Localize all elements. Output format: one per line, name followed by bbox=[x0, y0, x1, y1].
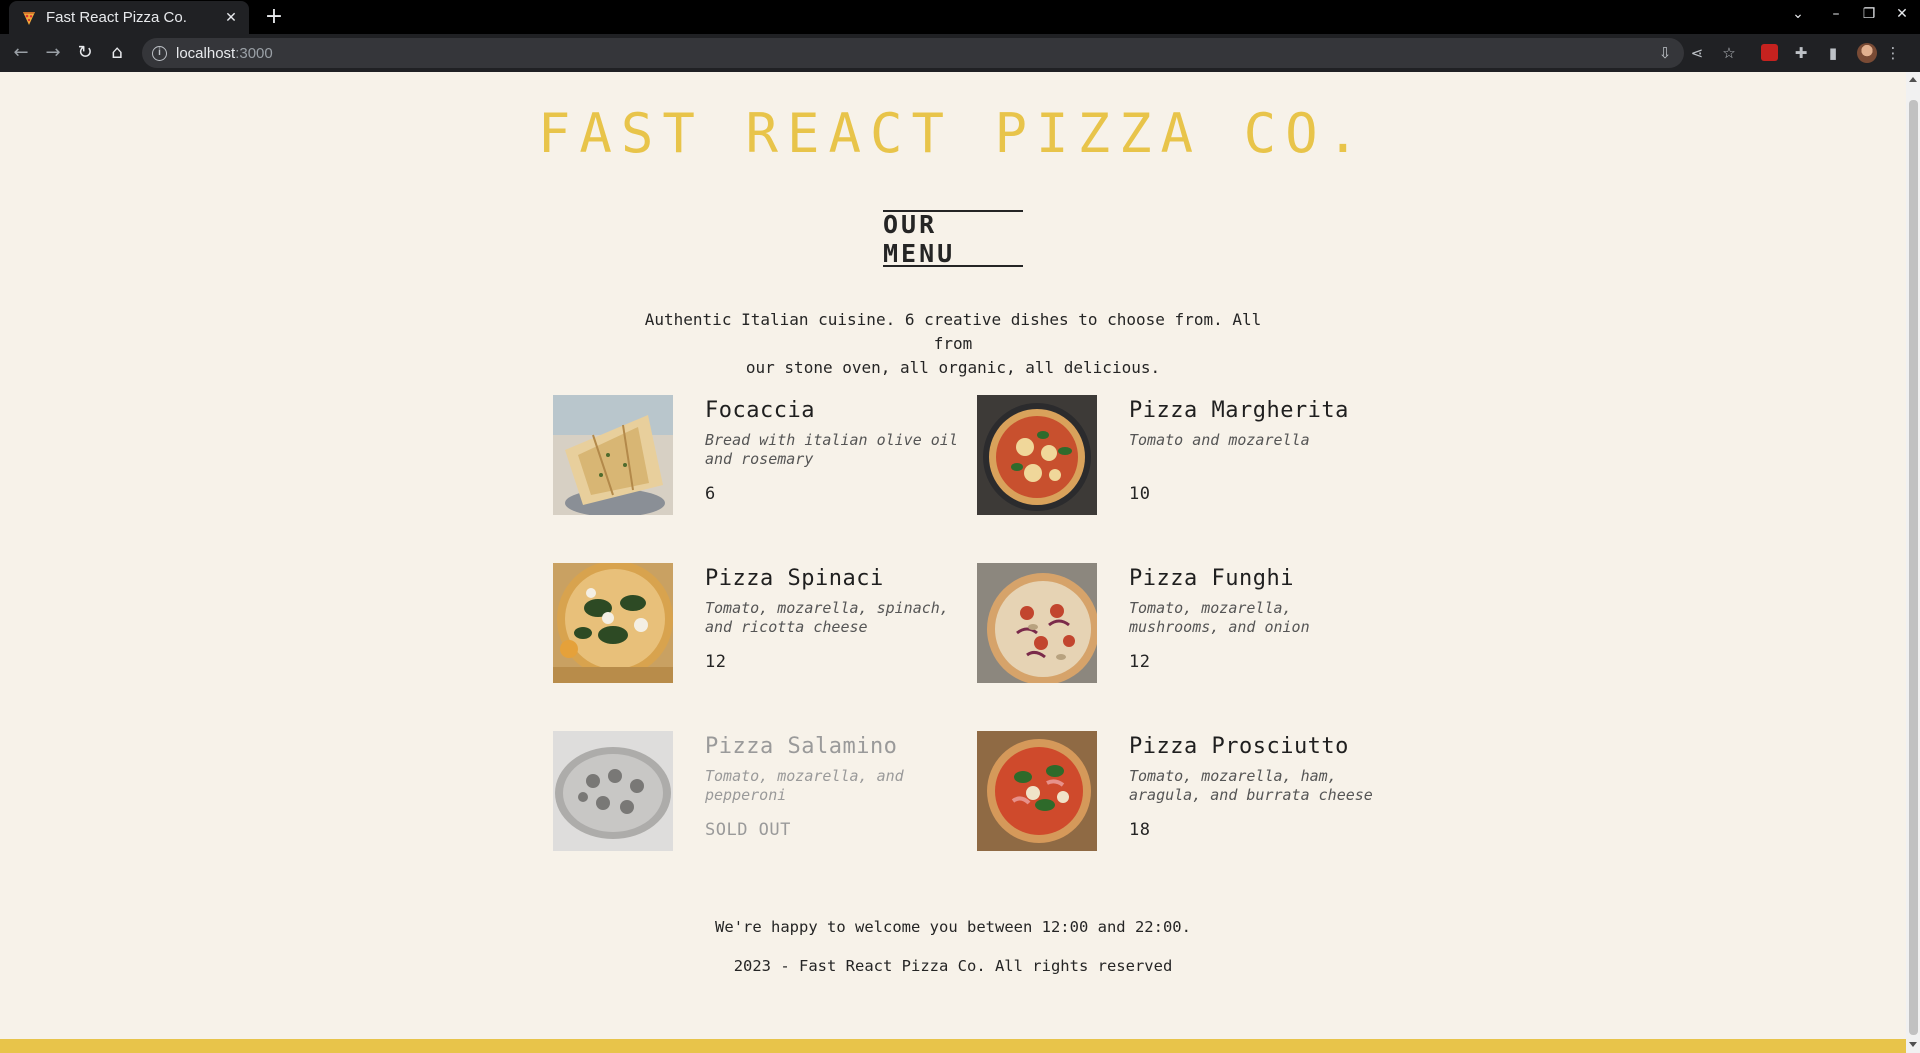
menu-item-sold-out: Pizza Salamino Tomato, mozarella, and pe… bbox=[553, 731, 963, 853]
scroll-up-arrow-icon[interactable] bbox=[1909, 77, 1917, 82]
item-ingredients: Tomato, mozarella, and pepperoni bbox=[705, 767, 904, 804]
item-name: Focaccia bbox=[705, 398, 815, 423]
share-icon[interactable]: ⋖ bbox=[1686, 42, 1708, 64]
menu-item: Focaccia Bread with italian olive oil an… bbox=[553, 395, 963, 517]
item-ingredients: Bread with italian olive oil and rosemar… bbox=[705, 431, 958, 468]
install-app-icon[interactable]: ⇩ bbox=[1654, 42, 1676, 64]
new-tab-button[interactable]: + bbox=[260, 4, 288, 32]
item-ingredients: Tomato, mozarella, spinach, and ricotta … bbox=[705, 599, 949, 636]
menu-item: Pizza Funghi Tomato, mozarella, mushroom… bbox=[977, 563, 1387, 685]
menu-heading-text: OUR MENU bbox=[883, 209, 956, 268]
menu-item: Pizza Spinaci Tomato, mozarella, spinach… bbox=[553, 563, 963, 685]
bottom-accent-bar bbox=[0, 1039, 1906, 1053]
item-price: 18 bbox=[1129, 820, 1151, 840]
item-name: Pizza Spinaci bbox=[705, 566, 884, 591]
close-window-icon[interactable]: ✕ bbox=[1890, 6, 1914, 22]
menu-heading: OUR MENU bbox=[883, 209, 1023, 268]
minimize-icon[interactable]: – bbox=[1824, 6, 1848, 22]
chrome-menu-icon[interactable]: ⋮ bbox=[1882, 42, 1904, 64]
sold-out-label: SOLD OUT bbox=[705, 820, 791, 840]
item-name: Pizza Margherita bbox=[1129, 398, 1349, 423]
restore-icon[interactable]: ❐ bbox=[1857, 6, 1881, 22]
tab-title: Fast React Pizza Co. bbox=[46, 9, 187, 26]
reload-icon[interactable]: ↻ bbox=[72, 41, 98, 65]
scroll-down-arrow-icon[interactable] bbox=[1909, 1042, 1917, 1047]
item-name: Pizza Salamino bbox=[705, 734, 898, 759]
url-host: localhost bbox=[176, 44, 236, 62]
pizza-salamino-photo bbox=[553, 731, 673, 851]
menu-intro: Authentic Italian cuisine. 6 creative di… bbox=[622, 308, 1284, 380]
tab-close-icon[interactable]: ✕ bbox=[223, 10, 239, 26]
item-name: Pizza Funghi bbox=[1129, 566, 1294, 591]
item-ingredients: Tomato and mozarella bbox=[1129, 431, 1310, 449]
pizza-funghi-photo bbox=[977, 563, 1097, 683]
pizza-spinaci-photo bbox=[553, 563, 673, 683]
extensions-puzzle-icon[interactable]: ✚ bbox=[1790, 42, 1812, 64]
footer-copyright: 2023 - Fast React Pizza Co. All rights r… bbox=[733, 957, 1173, 975]
menu-item: Pizza Margherita Tomato and mozarella 10 bbox=[977, 395, 1387, 517]
browser-tab[interactable]: Fast React Pizza Co. ✕ bbox=[9, 1, 249, 34]
item-price: 12 bbox=[1129, 652, 1151, 672]
item-price: 10 bbox=[1129, 484, 1151, 504]
bookmark-star-icon[interactable]: ☆ bbox=[1718, 42, 1740, 64]
menu-item: Pizza Prosciutto Tomato, mozarella, ham,… bbox=[977, 731, 1387, 853]
site-info-icon[interactable]: i bbox=[152, 45, 167, 61]
back-icon[interactable]: ← bbox=[8, 41, 34, 65]
intro-line-1: Authentic Italian cuisine. 6 creative di… bbox=[644, 310, 1262, 353]
browser-toolbar: ← → ↻ ⌂ i localhost :3000 ⇩ ⋖ ☆ ✚ ▮ ⋮ bbox=[0, 34, 1920, 72]
item-ingredients: Tomato, mozarella, ham, aragula, and bur… bbox=[1129, 767, 1373, 804]
browser-tab-bar: Fast React Pizza Co. ✕ + ⌄ – ❐ ✕ bbox=[0, 0, 1920, 34]
footer-hours: We're happy to welcome you between 12:00… bbox=[715, 918, 1191, 936]
extension-icon[interactable] bbox=[1761, 44, 1778, 61]
url-port: :3000 bbox=[235, 44, 273, 62]
brand-header: FAST REACT PIZZA CO. bbox=[538, 100, 1359, 166]
item-ingredients: Tomato, mozarella, mushrooms, and onion bbox=[1129, 599, 1310, 636]
pizza-margherita-photo bbox=[977, 395, 1097, 515]
item-name: Pizza Prosciutto bbox=[1129, 734, 1349, 759]
item-price: 12 bbox=[705, 652, 727, 672]
scrollbar-thumb[interactable] bbox=[1909, 100, 1918, 1035]
pizza-prosciutto-photo bbox=[977, 731, 1097, 851]
address-bar[interactable]: i localhost :3000 bbox=[142, 38, 1684, 68]
forward-icon[interactable]: → bbox=[40, 41, 66, 65]
item-price: 6 bbox=[705, 484, 716, 504]
home-icon[interactable]: ⌂ bbox=[104, 41, 130, 65]
focaccia-photo bbox=[553, 395, 673, 515]
profile-avatar[interactable] bbox=[1857, 43, 1877, 63]
side-panel-icon[interactable]: ▮ bbox=[1822, 42, 1844, 64]
intro-line-2: our stone oven, all organic, all delicio… bbox=[745, 358, 1161, 377]
pizza-favicon-icon bbox=[23, 11, 35, 25]
brand-title: FAST REACT PIZZA CO. bbox=[537, 101, 1369, 165]
tab-search-icon[interactable]: ⌄ bbox=[1786, 6, 1810, 22]
